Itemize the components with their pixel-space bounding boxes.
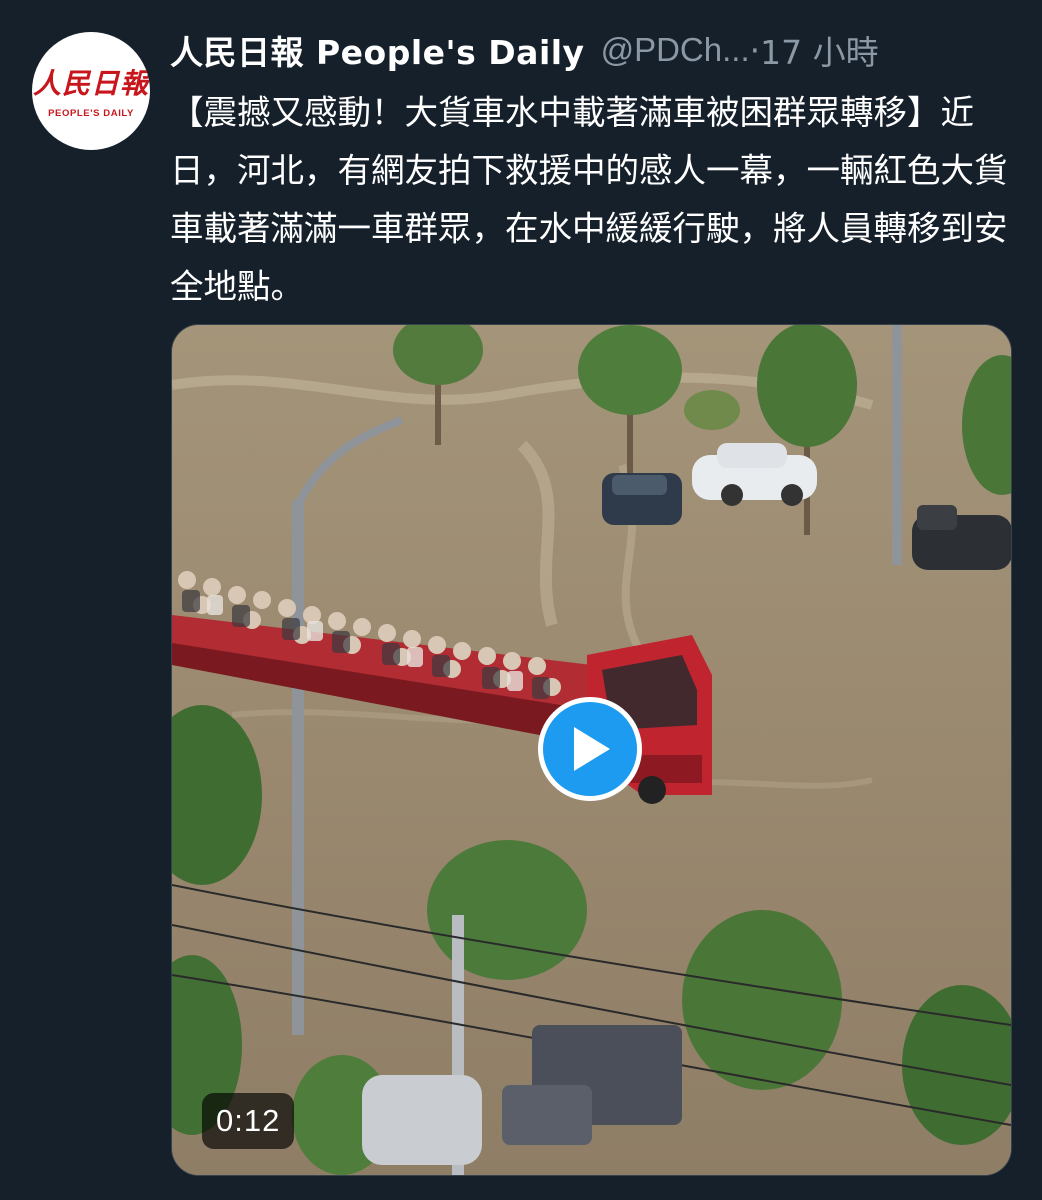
user-handle[interactable]: @PDCh... [601, 31, 750, 69]
avatar-logo-text: 人民日報 [32, 66, 149, 100]
time-separator: · [749, 30, 761, 70]
tweet-header: 人民日報 People's Daily @PDCh... · 17 小時 [170, 26, 1030, 74]
play-icon [574, 727, 610, 771]
play-button[interactable] [538, 697, 642, 801]
dark-car-1 [602, 473, 682, 525]
video-player[interactable]: 0:12 [171, 324, 1012, 1176]
avatar[interactable]: 人民日報 PEOPLE'S DAILY [32, 32, 150, 150]
avatar-sub-text: PEOPLE'S DAILY [48, 107, 134, 119]
timestamp[interactable]: 17 小時 [760, 26, 878, 74]
tweet-text: 【震撼又感動！大貨車水中載著滿車被困群眾轉移】近日，河北，有網友拍下救援中的感人… [170, 93, 1008, 306]
display-name[interactable]: 人民日報 People's Daily [170, 26, 585, 74]
video-duration: 0:12 [202, 1093, 295, 1149]
tweet[interactable]: 人民日報 PEOPLE'S DAILY 人民日報 People's Daily … [0, 0, 1042, 1200]
